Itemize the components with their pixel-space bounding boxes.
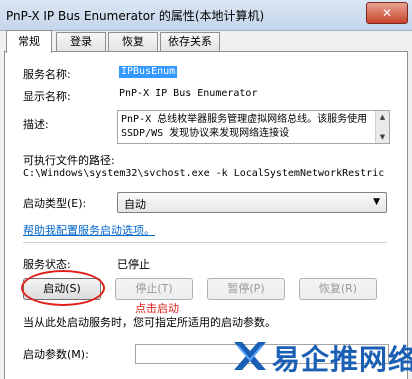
service-name-label: 服务名称: — [23, 68, 71, 81]
help-configure-link[interactable]: 帮助我配置服务启动选项。 — [23, 222, 155, 238]
annotation-circle — [21, 270, 105, 306]
title-bar: PnP-X IP Bus Enumerator 的属性(本地计算机) ✕ — [0, 0, 412, 31]
section-divider — [23, 242, 387, 243]
start-params-label: 启动参数(M): — [23, 348, 89, 361]
description-box[interactable]: PnP-X 总线枚举器服务管理虚拟网络总线。该服务使用 SSDP/WS 发现协议… — [117, 110, 390, 144]
close-button[interactable]: ✕ — [366, 2, 408, 24]
scroll-down-icon[interactable]: ▼ — [376, 131, 389, 143]
tab-general[interactable]: 常规 — [6, 30, 52, 53]
display-name-value[interactable]: PnP-X IP Bus Enumerator — [119, 88, 257, 99]
tab-strip: 常规 登录 恢复 依存关系 — [0, 30, 412, 53]
service-status-value: 已停止 — [117, 258, 150, 271]
description-label: 描述: — [23, 118, 49, 131]
start-params-hint: 当从此处启动服务时，您可指定所适用的启动参数。 — [23, 316, 276, 329]
watermark-text: 易企推网络 — [272, 343, 412, 376]
window-title: PnP-X IP Bus Enumerator 的属性(本地计算机) — [6, 9, 265, 23]
tab-logon[interactable]: 登录 — [56, 32, 106, 51]
pause-button[interactable]: 暂停(P) — [207, 278, 285, 300]
tab-recovery[interactable]: 恢复 — [108, 32, 158, 51]
watermark-logo: 易企推网络 — [228, 334, 412, 378]
service-name-value[interactable]: IPBusEnum — [119, 66, 178, 78]
startup-type-value: 自动 — [124, 198, 146, 211]
startup-type-label: 启动类型(E): — [23, 197, 87, 210]
general-panel: 服务名称: IPBusEnum 显示名称: PnP-X IP Bus Enume… — [4, 51, 408, 379]
startup-type-select[interactable]: 自动 ▼ — [117, 192, 387, 213]
path-label: 可执行文件的路径: — [23, 154, 115, 167]
description-scrollbar[interactable]: ▲ ▼ — [375, 111, 389, 143]
description-text: PnP-X 总线枚举器服务管理虚拟网络总线。该服务使用 SSDP/WS 发现协议… — [121, 114, 368, 139]
tab-dependencies[interactable]: 依存关系 — [160, 32, 220, 51]
display-name-label: 显示名称: — [23, 90, 71, 103]
executable-path[interactable]: C:\Windows\system32\svchost.exe -k Local… — [23, 168, 387, 182]
chevron-down-icon: ▼ — [373, 197, 380, 207]
watermark-mark-icon — [234, 342, 266, 370]
stop-button[interactable]: 停止(T) — [115, 278, 193, 300]
resume-button[interactable]: 恢复(R) — [299, 278, 377, 300]
scroll-up-icon[interactable]: ▲ — [376, 111, 389, 123]
